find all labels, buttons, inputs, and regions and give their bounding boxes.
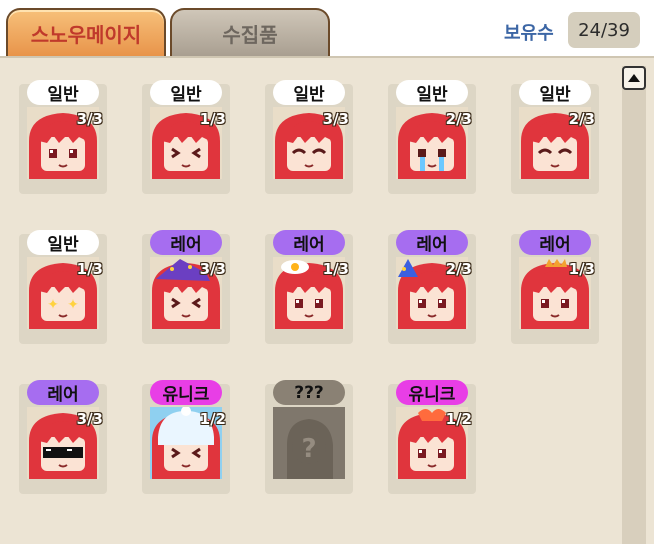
rarity-badge: 유니크	[150, 380, 222, 405]
owned-count: 3/3	[76, 410, 103, 428]
collection-card[interactable]: 유니크 1/2	[388, 380, 476, 498]
owned-count: 2/3	[445, 110, 472, 128]
svg-text:✦: ✦	[67, 297, 79, 313]
caret-up-icon	[628, 74, 640, 82]
collection-card[interactable]: 일반 3/3	[265, 80, 353, 198]
rarity-badge: 유니크	[396, 380, 468, 405]
locked-silhouette-icon: ?	[273, 407, 345, 479]
collection-card[interactable]: 일반 2/3	[511, 80, 599, 198]
rarity-badge: 일반	[150, 80, 222, 105]
rarity-badge: 레어	[27, 380, 99, 405]
rarity-badge: 일반	[27, 230, 99, 255]
owned-label: 보유수	[504, 23, 554, 44]
owned-count: 3/3	[76, 110, 103, 128]
owned-count: 1/2	[199, 410, 226, 428]
rarity-badge: 레어	[273, 230, 345, 255]
portrait: ?	[273, 407, 345, 479]
scroll-up-button[interactable]	[622, 66, 646, 90]
owned-count-badge: 24/39	[568, 12, 640, 48]
owned-count: 3/3	[322, 110, 349, 128]
owned-count: 1/3	[322, 260, 349, 278]
collection-card[interactable]: 일반 ✦ ✦ 1/3	[19, 230, 107, 348]
collection-card[interactable]: 레어 2/3	[388, 230, 476, 348]
rarity-badge: 레어	[519, 230, 591, 255]
collection-card[interactable]: ??? ?	[265, 380, 353, 498]
scrollbar[interactable]	[622, 66, 646, 544]
collection-card[interactable]: 일반 2/3	[388, 80, 476, 198]
owned-count: 1/3	[568, 260, 595, 278]
owned-count: 1/2	[445, 410, 472, 428]
rarity-badge: 일반	[273, 80, 345, 105]
collection-card[interactable]: 일반 3/3	[19, 80, 107, 198]
rarity-badge: ???	[273, 380, 345, 405]
owned-count: 2/3	[568, 110, 595, 128]
collection-card[interactable]: 레어 3/3	[142, 230, 230, 348]
owned-count: 2/3	[445, 260, 472, 278]
owned-count: 1/3	[199, 110, 226, 128]
rarity-badge: 일반	[27, 80, 99, 105]
collection-card[interactable]: 일반 1/3	[142, 80, 230, 198]
collection-card[interactable]: 유니크 1/2	[142, 380, 230, 498]
rarity-badge: 일반	[519, 80, 591, 105]
svg-text:✦: ✦	[47, 297, 59, 313]
collection-card[interactable]: 레어 1/3	[265, 230, 353, 348]
owned-count: 1/3	[76, 260, 103, 278]
rarity-badge: 레어	[396, 230, 468, 255]
tab-snow-mage[interactable]: 스노우메이지	[6, 8, 166, 56]
tab-collection[interactable]: 수집품	[170, 8, 330, 56]
rarity-badge: 일반	[396, 80, 468, 105]
svg-text:?: ?	[301, 434, 316, 464]
owned-count: 3/3	[199, 260, 226, 278]
rarity-badge: 레어	[150, 230, 222, 255]
collection-card[interactable]: 레어 3/3	[19, 380, 107, 498]
collection-card[interactable]: 레어 1/3	[511, 230, 599, 348]
